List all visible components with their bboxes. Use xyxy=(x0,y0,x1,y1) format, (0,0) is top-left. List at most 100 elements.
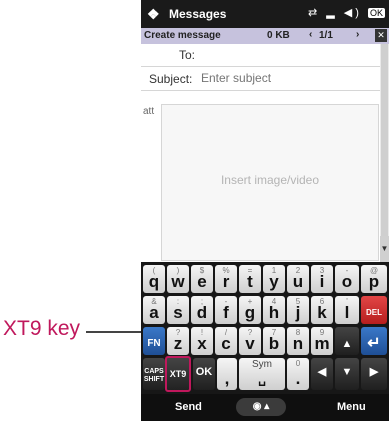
up-arrow-icon: ▲ xyxy=(341,338,353,350)
key-main: r xyxy=(222,272,230,291)
ok-key[interactable]: OK xyxy=(193,358,215,390)
key-main: l xyxy=(344,303,350,322)
key-main: t xyxy=(247,272,253,291)
message-header: Create message 0 KB ‹ 1/1 › ✕ xyxy=(141,28,389,44)
key-e[interactable]: $ e xyxy=(191,265,213,293)
send-softkey[interactable]: Send xyxy=(175,401,202,413)
insert-media-placeholder: Insert image/video xyxy=(220,173,320,187)
prev-page-arrow-icon[interactable]: ‹ xyxy=(309,29,312,40)
key-l[interactable]: ' l xyxy=(335,296,359,324)
scroll-thumb[interactable] xyxy=(381,44,388,236)
key-q[interactable]: (q xyxy=(143,265,165,293)
keyboard: (q ) w $ e % r = t 1y 2u 3i -o @ p & a :s ; d -… xyxy=(141,262,389,394)
key-main: y xyxy=(269,272,279,291)
key-main: h xyxy=(268,303,280,322)
down-arrow-key[interactable]: ▼ xyxy=(335,358,359,390)
enter-icon: ↵ xyxy=(367,335,381,352)
delete-key[interactable]: DEL xyxy=(361,296,387,324)
input-panel-icon[interactable]: ◉ ▴ xyxy=(236,398,286,416)
key-y[interactable]: 1y xyxy=(263,265,285,293)
key-k[interactable]: 6k xyxy=(311,296,333,324)
key-s[interactable]: :s xyxy=(167,296,189,324)
xt9-callout-label: XT9 key xyxy=(3,317,81,340)
windows-logo-icon[interactable]: ❖ xyxy=(147,6,160,23)
scrollbar[interactable]: ▼ xyxy=(380,44,389,262)
down-arrow-icon: ▼ xyxy=(341,366,353,378)
left-arrow-key[interactable]: ◀ xyxy=(311,358,333,390)
key-main: OK xyxy=(195,366,213,378)
key-main: DEL xyxy=(366,308,382,317)
key-main: x xyxy=(197,334,207,353)
key-j[interactable]: 5j xyxy=(287,296,309,324)
key-f[interactable]: -f xyxy=(215,296,237,324)
connectivity-icons: ⇄ ▂ ◀) xyxy=(308,7,368,19)
key-b[interactable]: 7b xyxy=(263,327,285,355)
key-main: XT9 xyxy=(169,369,187,379)
next-page-arrow-icon[interactable]: › xyxy=(356,29,359,40)
header-title: Create message xyxy=(144,30,221,41)
key-w[interactable]: ) w xyxy=(167,265,189,293)
softkey-bar: Send ◉ ▴ Menu xyxy=(141,394,389,421)
key-c[interactable]: / c xyxy=(215,327,237,355)
page-indicator: 1/1 xyxy=(319,30,333,41)
key-main: . xyxy=(295,369,301,388)
key-main: p xyxy=(368,272,380,291)
key-main: , xyxy=(224,369,230,388)
up-arrow-key[interactable]: ▲ xyxy=(335,327,359,355)
key-main: q xyxy=(148,272,160,291)
key-g[interactable]: + g xyxy=(239,296,261,324)
caps-shift-key[interactable]: CAPS SHIFT xyxy=(143,358,165,390)
comma-key[interactable]: , xyxy=(217,358,237,390)
key-u[interactable]: 2u xyxy=(287,265,309,293)
compose-area: To: Subject: att Insert image/video xyxy=(141,44,389,262)
key-n[interactable]: 8n xyxy=(287,327,309,355)
subject-input[interactable] xyxy=(201,71,371,85)
left-arrow-icon: ◀ xyxy=(317,366,327,378)
key-main: s xyxy=(173,303,183,322)
key-a[interactable]: & a xyxy=(143,296,165,324)
key-main: a xyxy=(149,303,159,322)
subject-label: Subject: xyxy=(149,72,193,86)
scroll-down-icon[interactable]: ▼ xyxy=(380,236,389,262)
ok-button[interactable]: OK xyxy=(367,8,385,18)
to-field-row[interactable]: To: xyxy=(141,44,381,67)
key-d[interactable]: ; d xyxy=(191,296,213,324)
key-main: d xyxy=(196,303,208,322)
key-main: c xyxy=(221,334,231,353)
media-insert-area[interactable]: Insert image/video xyxy=(161,104,379,261)
key-v[interactable]: ? v xyxy=(239,327,261,355)
key-x[interactable]: ! x xyxy=(191,327,213,355)
right-arrow-key[interactable]: ▶ xyxy=(361,358,387,390)
xt9-key[interactable]: XT9 xyxy=(165,356,191,392)
key-main: k xyxy=(317,303,327,322)
key-z[interactable]: ? z xyxy=(167,327,189,355)
message-size: 0 KB xyxy=(267,30,290,41)
key-main: m xyxy=(314,334,330,353)
fn-key[interactable]: FN xyxy=(143,327,165,355)
key-main: u xyxy=(292,272,304,291)
key-main: n xyxy=(292,334,304,353)
key-main: j xyxy=(295,303,301,322)
key-t[interactable]: = t xyxy=(239,265,261,293)
key-main: v xyxy=(245,334,255,353)
key-main: z xyxy=(173,334,183,353)
close-icon[interactable]: ✕ xyxy=(375,29,387,42)
key-p[interactable]: @ p xyxy=(361,265,387,293)
key-main: i xyxy=(319,272,325,291)
status-bar: ❖ Messages ⇄ ▂ ◀) OK xyxy=(141,0,389,28)
menu-softkey[interactable]: Menu xyxy=(337,401,366,413)
key-i[interactable]: 3i xyxy=(311,265,333,293)
key-r[interactable]: % r xyxy=(215,265,237,293)
subject-field-row[interactable]: Subject: xyxy=(141,68,381,91)
key-m[interactable]: 9m xyxy=(311,327,333,355)
key-h[interactable]: 4h xyxy=(263,296,285,324)
key-sub: 0 xyxy=(295,359,301,368)
attachment-icon[interactable]: att xyxy=(143,106,154,117)
enter-key[interactable]: ↵ xyxy=(361,327,387,355)
space-sym-key[interactable]: Sym ␣ xyxy=(239,358,285,390)
zero-period-key[interactable]: 0. xyxy=(287,358,309,390)
phone-screen: ❖ Messages ⇄ ▂ ◀) OK Create message 0 KB… xyxy=(141,0,389,421)
right-arrow-icon: ▶ xyxy=(369,366,379,378)
key-o[interactable]: -o xyxy=(335,265,359,293)
key-main: b xyxy=(268,334,280,353)
